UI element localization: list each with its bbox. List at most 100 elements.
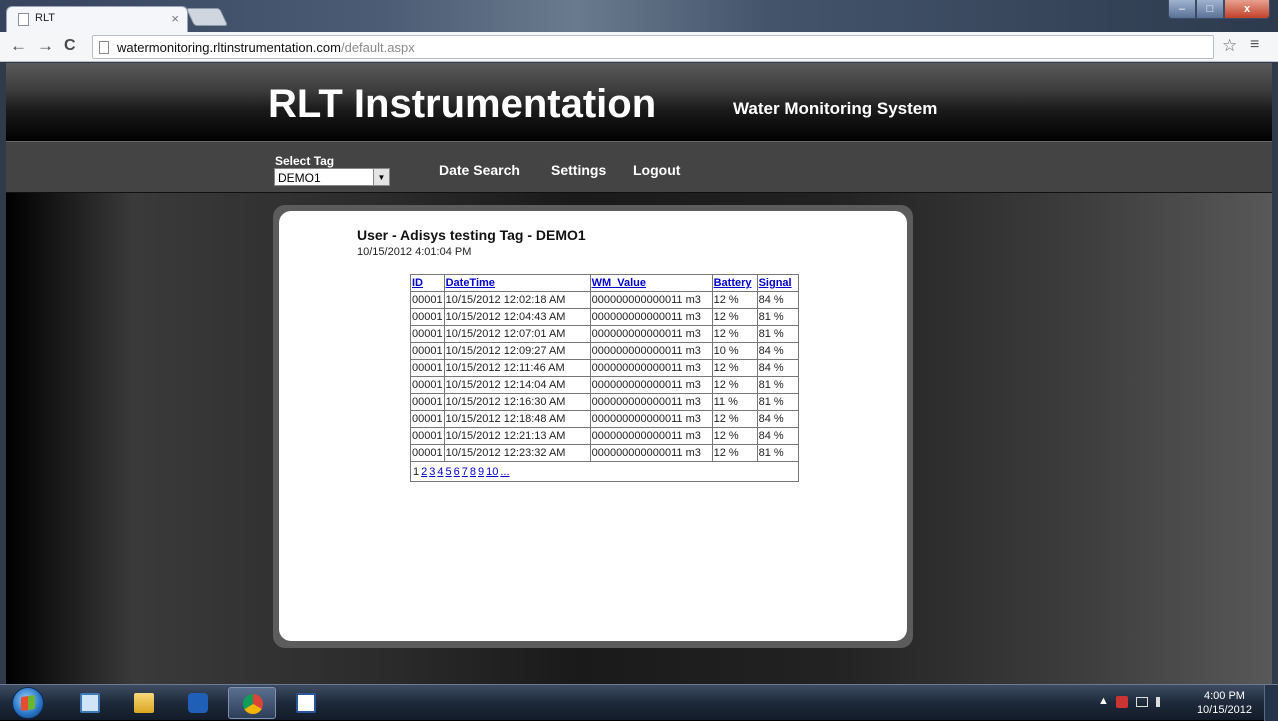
chevron-down-icon[interactable]: ▼ — [373, 169, 389, 185]
pager-page-link[interactable]: 9 — [478, 466, 484, 478]
taskbar: ▲ 4:00 PM 10/15/2012 — [0, 684, 1278, 721]
pager-page-link[interactable]: 8 — [470, 466, 476, 478]
site-header: RLT Instrumentation Water Monitoring Sys… — [6, 63, 1272, 141]
cell-wm-value: 000000000000011 m3 — [589, 444, 713, 462]
cell-signal: 81 % — [756, 325, 799, 343]
cell-battery: 12 % — [711, 410, 758, 428]
cell-id: 00001 — [410, 291, 445, 309]
minimize-button[interactable]: – — [1168, 0, 1196, 19]
taskbar-file-manager[interactable] — [120, 687, 168, 719]
cell-signal: 84 % — [756, 359, 799, 377]
table-header-row: ID DateTime WM_Value Battery Signal — [410, 274, 799, 292]
cell-id: 00001 — [410, 410, 445, 428]
new-tab-button[interactable] — [185, 8, 229, 26]
network-icon[interactable] — [1136, 697, 1148, 707]
cell-datetime: 10/15/2012 12:02:18 AM — [443, 291, 591, 309]
cell-battery: 12 % — [711, 427, 758, 445]
url-host: watermonitoring.rltinstrumentation.com — [117, 40, 341, 55]
cell-battery: 12 % — [711, 359, 758, 377]
cell-battery: 12 % — [711, 308, 758, 326]
pager-page-link[interactable]: 2 — [421, 466, 427, 478]
nav-date-search[interactable]: Date Search — [439, 162, 520, 178]
table-row: 00001 10/15/2012 12:18:48 AM 0000000000000… — [410, 410, 799, 428]
content-panel: User - Adisys testing Tag - DEMO1 10/15/… — [279, 211, 907, 641]
cell-wm-value: 000000000000011 m3 — [589, 376, 713, 394]
clock[interactable]: 4:00 PM 10/15/2012 — [1197, 689, 1252, 717]
taskbar-chrome[interactable] — [228, 687, 276, 719]
window-controls: – □ x — [1168, 0, 1270, 20]
cell-battery: 10 % — [711, 342, 758, 360]
tab-close-icon[interactable]: × — [171, 11, 179, 26]
table-row: 00001 10/15/2012 12:02:18 AM 0000000000000… — [410, 291, 799, 309]
nav-logout[interactable]: Logout — [633, 162, 680, 178]
table-row: 00001 10/15/2012 12:14:04 AM 0000000000000… — [410, 376, 799, 394]
table-row: 00001 10/15/2012 12:07:01 AM 0000000000000… — [410, 325, 799, 343]
tab-title: RLT — [35, 12, 55, 24]
table-row: 00001 10/15/2012 12:16:30 AM 0000000000000… — [410, 393, 799, 411]
chrome-icon — [243, 694, 263, 714]
select-tag-label: Select Tag — [275, 154, 335, 168]
site-subtitle: Water Monitoring System — [733, 99, 938, 118]
reload-icon[interactable]: C — [64, 37, 76, 55]
cell-battery: 12 % — [711, 376, 758, 394]
sort-id-link[interactable]: ID — [412, 277, 423, 289]
site-navbar: Select Tag DEMO1 ▼ Date Search Settings … — [6, 141, 1272, 193]
cell-id: 00001 — [410, 325, 445, 343]
pager-page-link[interactable]: 5 — [446, 466, 452, 478]
table-row: 00001 10/15/2012 12:04:43 AM 0000000000000… — [410, 308, 799, 326]
sort-wm-value-link[interactable]: WM_Value — [592, 277, 646, 289]
cell-wm-value: 000000000000011 m3 — [589, 291, 713, 309]
brand-title: RLT Instrumentation — [268, 82, 657, 126]
pager-page-link[interactable]: 7 — [462, 466, 468, 478]
taskbar-word[interactable] — [282, 687, 330, 719]
cell-datetime: 10/15/2012 12:09:27 AM — [443, 342, 591, 360]
pager-page-link[interactable]: 6 — [454, 466, 460, 478]
tag-select[interactable]: DEMO1 ▼ — [274, 168, 390, 186]
start-button[interactable] — [12, 687, 44, 719]
taskbar-media-player[interactable] — [174, 687, 222, 719]
tray-expand-icon[interactable]: ▲ — [1098, 695, 1109, 707]
pager-page-link[interactable]: ... — [500, 466, 509, 478]
cell-datetime: 10/15/2012 12:14:04 AM — [443, 376, 591, 394]
pager-page-link[interactable]: 10 — [486, 466, 498, 478]
table-row: 00001 10/15/2012 12:11:46 AM 0000000000000… — [410, 359, 799, 377]
cell-datetime: 10/15/2012 12:07:01 AM — [443, 325, 591, 343]
readings-table: ID DateTime WM_Value Battery Signal 0000… — [410, 274, 799, 482]
cell-datetime: 10/15/2012 12:21:13 AM — [443, 427, 591, 445]
volume-icon[interactable] — [1156, 697, 1166, 707]
sort-battery-link[interactable]: Battery — [714, 277, 752, 289]
cell-signal: 81 % — [756, 444, 799, 462]
bookmark-star-icon[interactable]: ☆ — [1222, 36, 1237, 56]
sort-signal-link[interactable]: Signal — [759, 277, 792, 289]
table-row: 00001 10/15/2012 12:09:27 AM 0000000000000… — [410, 342, 799, 360]
cell-datetime: 10/15/2012 12:04:43 AM — [443, 308, 591, 326]
table-body: 00001 10/15/2012 12:02:18 AM 0000000000000… — [410, 291, 799, 462]
taskbar-explorer[interactable] — [66, 687, 114, 719]
cell-wm-value: 000000000000011 m3 — [589, 393, 713, 411]
back-icon[interactable]: ← — [10, 37, 27, 55]
clock-time: 4:00 PM — [1203, 690, 1245, 702]
browser-window: RLT × – □ x ← → C watermonitoring.rltins… — [0, 0, 1278, 684]
action-center-icon[interactable] — [1116, 696, 1128, 708]
address-bar[interactable]: watermonitoring.rltinstrumentation.com/d… — [92, 35, 1214, 59]
cell-signal: 81 % — [756, 393, 799, 411]
table-row: 00001 10/15/2012 12:21:13 AM 0000000000000… — [410, 427, 799, 445]
show-desktop-button[interactable] — [1264, 685, 1278, 721]
cell-id: 00001 — [410, 342, 445, 360]
cell-signal: 84 % — [756, 342, 799, 360]
pager-page-link[interactable]: 3 — [429, 466, 435, 478]
cell-wm-value: 000000000000011 m3 — [589, 342, 713, 360]
maximize-button[interactable]: □ — [1196, 0, 1224, 19]
nav-settings[interactable]: Settings — [551, 162, 606, 178]
cell-wm-value: 000000000000011 m3 — [589, 308, 713, 326]
cell-wm-value: 000000000000011 m3 — [589, 427, 713, 445]
cell-signal: 84 % — [756, 291, 799, 309]
forward-icon[interactable]: → — [37, 37, 54, 55]
cell-battery: 12 % — [711, 325, 758, 343]
browser-tab[interactable]: RLT × — [6, 6, 188, 32]
close-window-button[interactable]: x — [1224, 0, 1270, 19]
sort-datetime-link[interactable]: DateTime — [446, 277, 495, 289]
menu-icon[interactable]: ≡ — [1250, 36, 1259, 54]
pager-page-link[interactable]: 4 — [437, 466, 443, 478]
cell-id: 00001 — [410, 444, 445, 462]
